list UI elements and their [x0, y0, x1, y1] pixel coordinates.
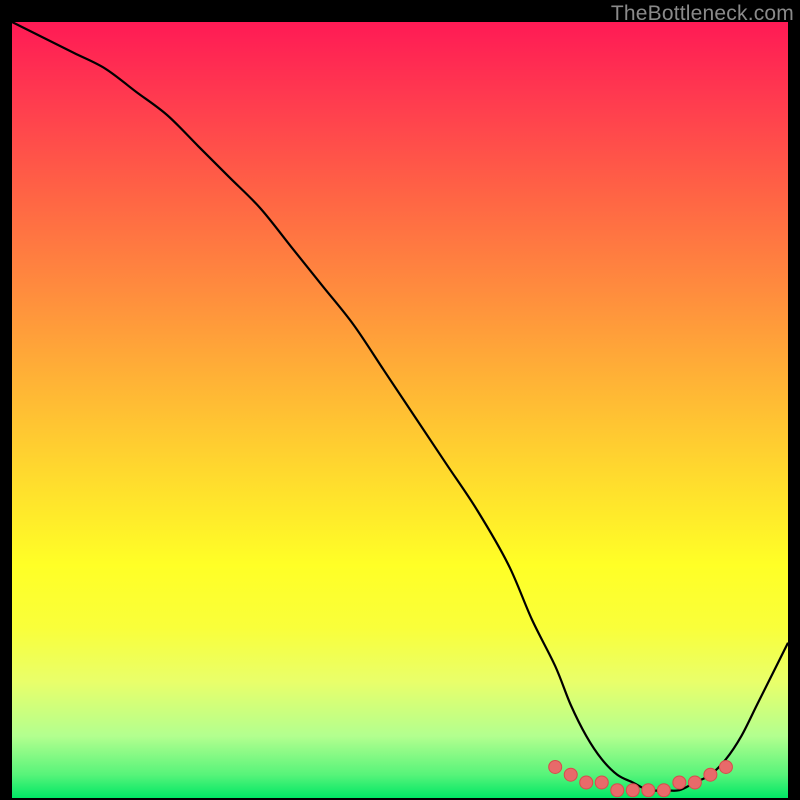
chart-frame	[12, 22, 788, 798]
highlight-dot	[704, 768, 717, 781]
highlight-dot	[688, 776, 701, 789]
highlight-dot	[673, 776, 686, 789]
watermark-text: TheBottleneck.com	[611, 2, 794, 26]
highlight-dots-group	[549, 760, 733, 796]
highlight-dot	[564, 768, 577, 781]
highlight-dot	[549, 760, 562, 773]
highlight-dot	[657, 784, 670, 797]
highlight-dot	[580, 776, 593, 789]
chart-svg	[12, 22, 788, 798]
highlight-dot	[626, 784, 639, 797]
bottleneck-curve-line	[12, 22, 788, 791]
highlight-dot	[595, 776, 608, 789]
highlight-dot	[719, 760, 732, 773]
highlight-dot	[642, 784, 655, 797]
highlight-dot	[611, 784, 624, 797]
